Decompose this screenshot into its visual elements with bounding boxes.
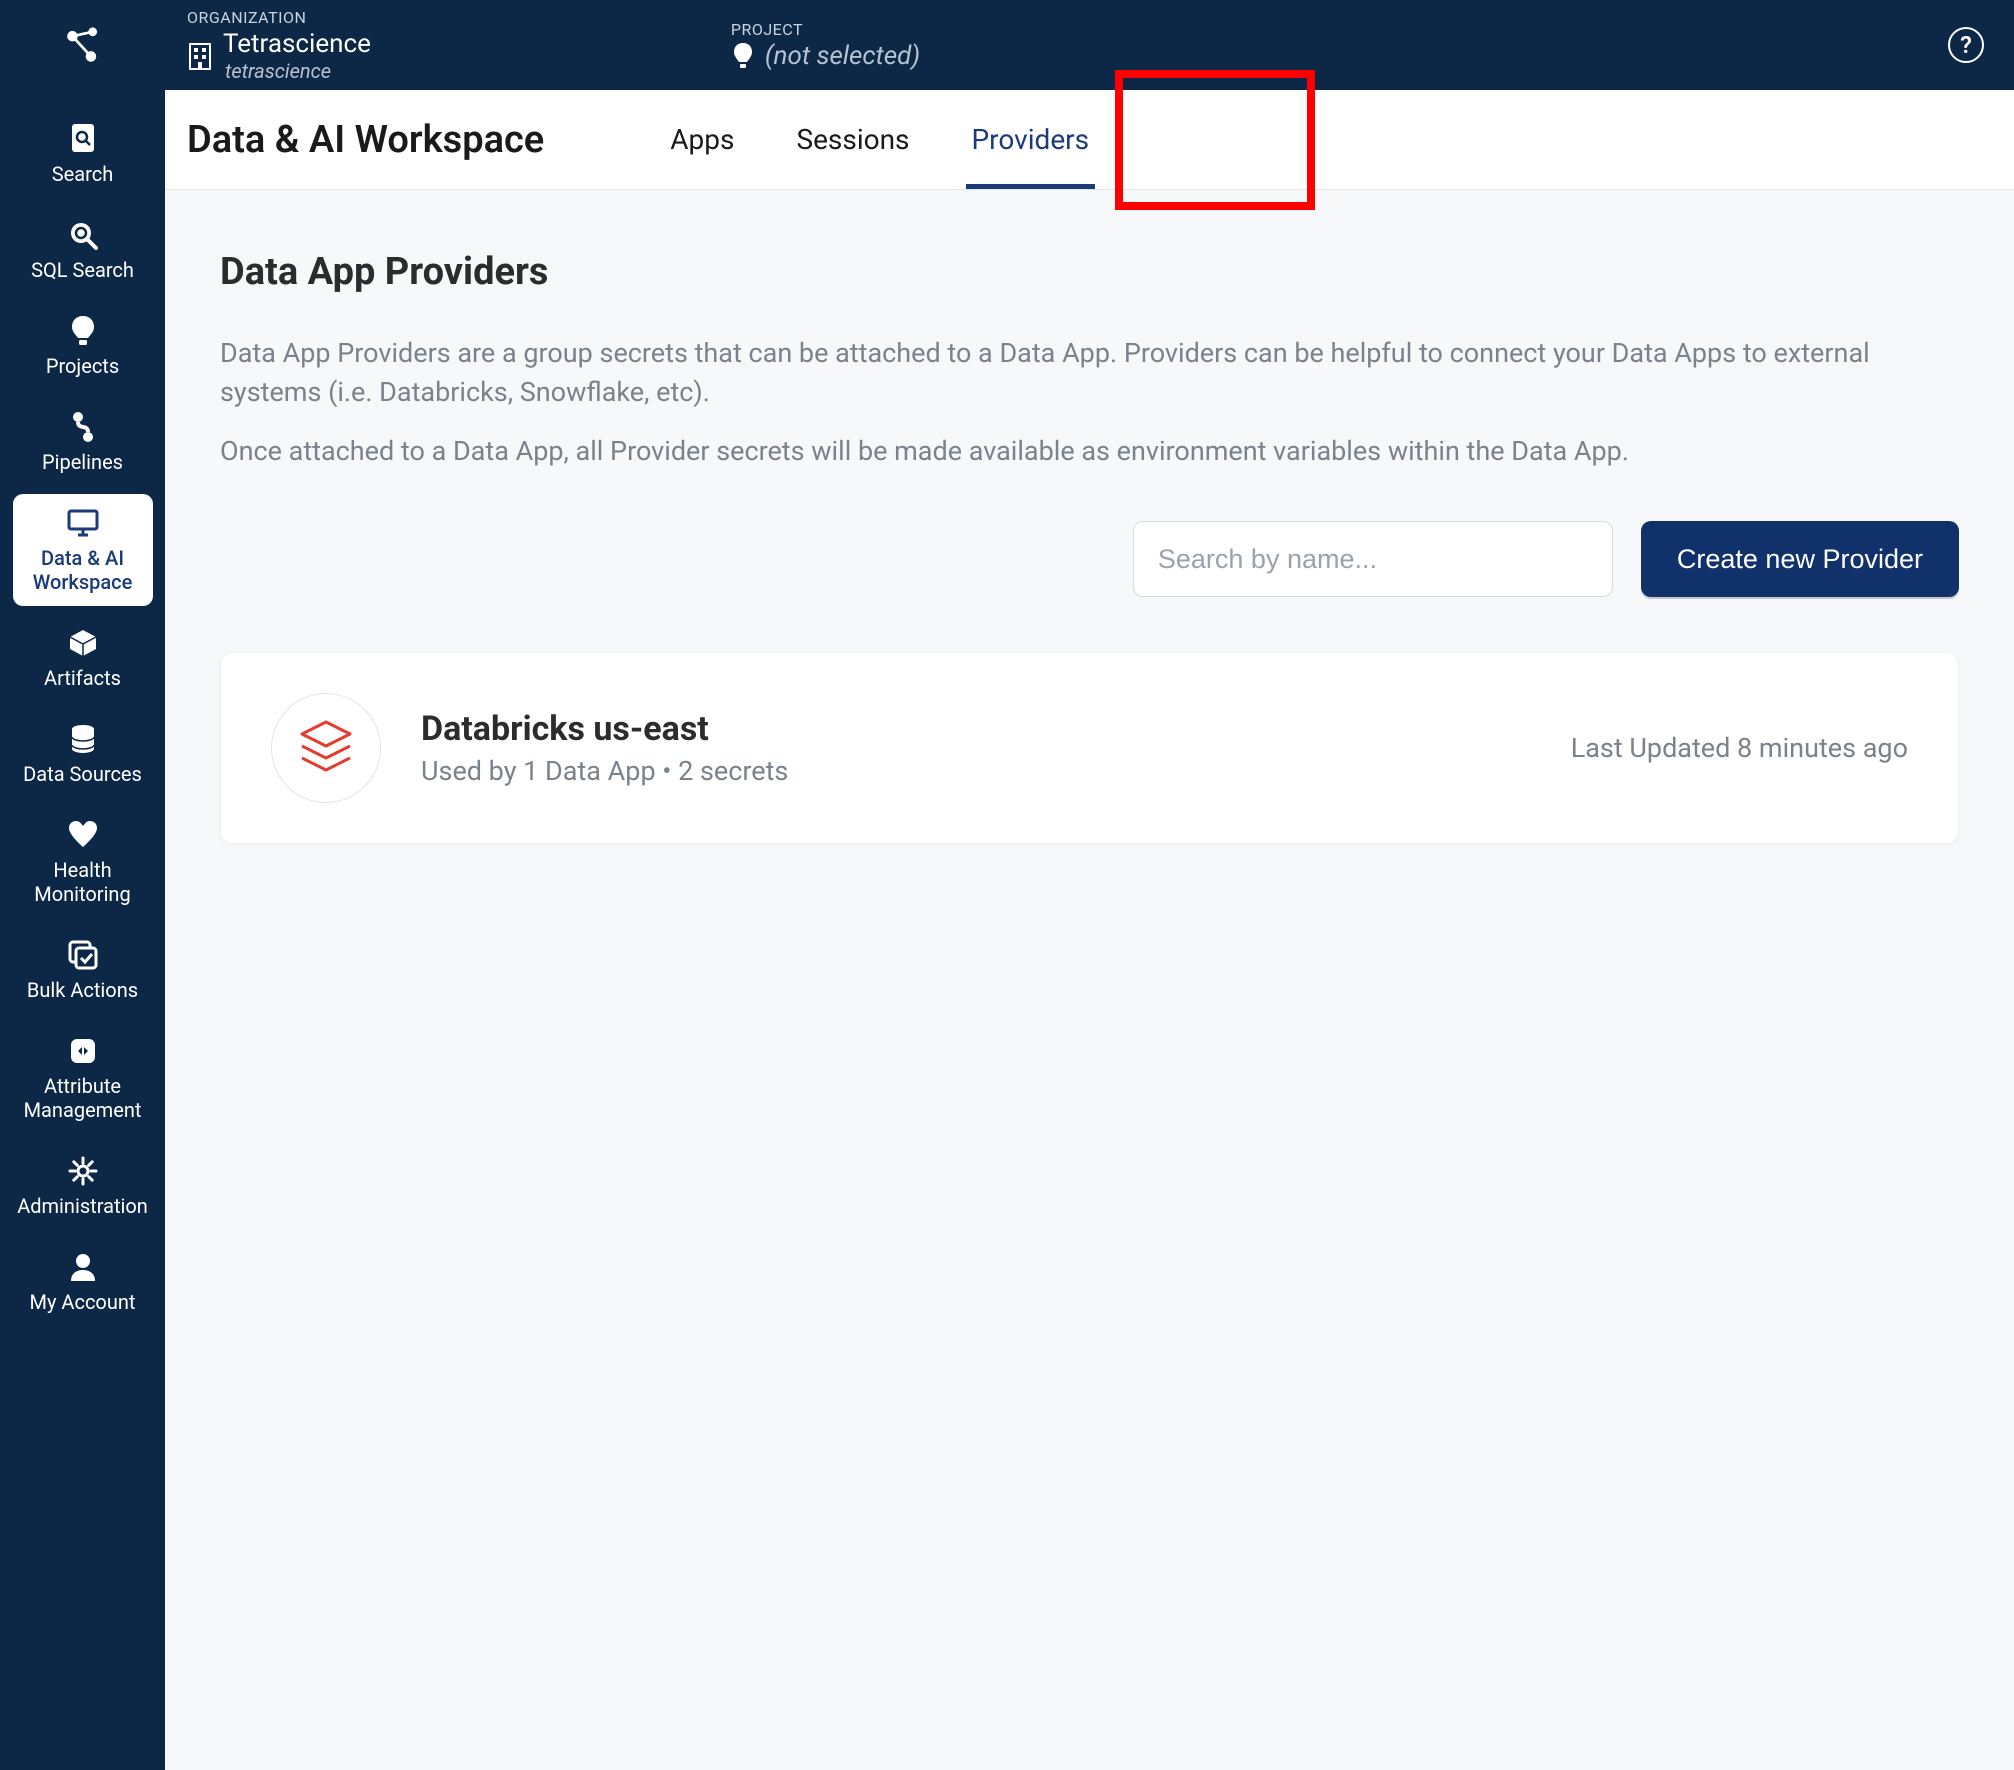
- sidebar-item-administration[interactable]: Administration: [13, 1142, 153, 1230]
- project-label: PROJECT: [731, 20, 920, 39]
- tabs: Apps Sessions Providers: [664, 90, 1095, 189]
- section-description-2: Once attached to a Data App, all Provide…: [220, 432, 1959, 471]
- sidebar-item-label: Data & AI Workspace: [19, 546, 147, 594]
- sidebar-item-attribute-management[interactable]: Attribute Management: [13, 1022, 153, 1134]
- bulk-icon: [66, 938, 100, 972]
- sidebar-item-label: Search: [52, 162, 113, 186]
- provider-meta: Used by 1 Data App • 2 secrets: [421, 755, 1571, 787]
- main-content: Data App Providers Data App Providers ar…: [165, 190, 2014, 1770]
- section-title: Data App Providers: [220, 250, 1959, 294]
- project-selector[interactable]: PROJECT (not selected): [731, 20, 920, 71]
- sidebar-item-search[interactable]: Search: [13, 110, 153, 198]
- sidebar-item-artifacts[interactable]: Artifacts: [13, 614, 153, 702]
- user-icon: [66, 1250, 100, 1284]
- org-label: ORGANIZATION: [187, 8, 371, 27]
- page-title: Data & AI Workspace: [187, 118, 544, 162]
- highlight-annotation: [1115, 70, 1315, 210]
- provider-name: Databricks us-east: [421, 709, 1571, 749]
- help-button[interactable]: ?: [1948, 27, 1984, 63]
- sidebar-item-projects[interactable]: Projects: [13, 302, 153, 390]
- tab-apps[interactable]: Apps: [664, 90, 740, 189]
- sidebar-item-data-ai-workspace[interactable]: Data & AI Workspace: [13, 494, 153, 606]
- attribute-icon: [66, 1034, 100, 1068]
- monitor-icon: [66, 506, 100, 540]
- sidebar-item-data-sources[interactable]: Data Sources: [13, 710, 153, 798]
- page-header: Data & AI Workspace Apps Sessions Provid…: [165, 90, 2014, 190]
- org-selector[interactable]: ORGANIZATION Tetrascience tetrascience: [187, 8, 371, 83]
- document-search-icon: [66, 122, 100, 156]
- section-description-1: Data App Providers are a group secrets t…: [220, 334, 1959, 412]
- sidebar-item-pipelines[interactable]: Pipelines: [13, 398, 153, 486]
- sidebar-item-label: My Account: [30, 1290, 136, 1314]
- sidebar-item-label: Artifacts: [44, 666, 121, 690]
- database-icon: [66, 722, 100, 756]
- project-value: (not selected): [765, 41, 920, 71]
- bulb-icon: [731, 41, 755, 71]
- topbar: ORGANIZATION Tetrascience tetrascience P…: [165, 0, 2014, 90]
- sidebar-item-health-monitoring[interactable]: Health Monitoring: [13, 806, 153, 918]
- sidebar-item-label: Health Monitoring: [19, 858, 147, 906]
- building-icon: [187, 41, 213, 71]
- sidebar-item-bulk-actions[interactable]: Bulk Actions: [13, 926, 153, 1014]
- heart-monitor-icon: [66, 818, 100, 852]
- provider-card[interactable]: Databricks us-east Used by 1 Data App • …: [220, 652, 1959, 844]
- cube-icon: [66, 626, 100, 660]
- databricks-icon: [271, 693, 381, 803]
- sidebar-item-my-account[interactable]: My Account: [13, 1238, 153, 1326]
- search-input[interactable]: [1133, 521, 1613, 597]
- org-name: Tetrascience: [223, 29, 371, 59]
- sidebar-item-sql-search[interactable]: SQL Search: [13, 206, 153, 294]
- sidebar-item-label: Pipelines: [42, 450, 123, 474]
- sidebar-item-label: Bulk Actions: [27, 978, 138, 1002]
- sql-search-icon: [66, 218, 100, 252]
- bulb-icon: [66, 314, 100, 348]
- sidebar-item-label: Projects: [46, 354, 119, 378]
- sidebar-item-label: Attribute Management: [19, 1074, 147, 1122]
- sidebar-item-label: Administration: [17, 1194, 148, 1218]
- create-provider-button[interactable]: Create new Provider: [1641, 521, 1959, 597]
- tab-providers[interactable]: Providers: [966, 90, 1096, 189]
- sidebar-item-label: SQL Search: [31, 258, 134, 282]
- org-subtitle: tetrascience: [225, 59, 371, 83]
- app-logo: [58, 20, 108, 70]
- sidebar-item-label: Data Sources: [23, 762, 142, 786]
- tab-sessions[interactable]: Sessions: [790, 90, 915, 189]
- pipeline-icon: [66, 410, 100, 444]
- sidebar: Search SQL Search Projects Pipelines Dat: [0, 0, 165, 1770]
- gear-icon: [66, 1154, 100, 1188]
- provider-updated: Last Updated 8 minutes ago: [1571, 732, 1908, 764]
